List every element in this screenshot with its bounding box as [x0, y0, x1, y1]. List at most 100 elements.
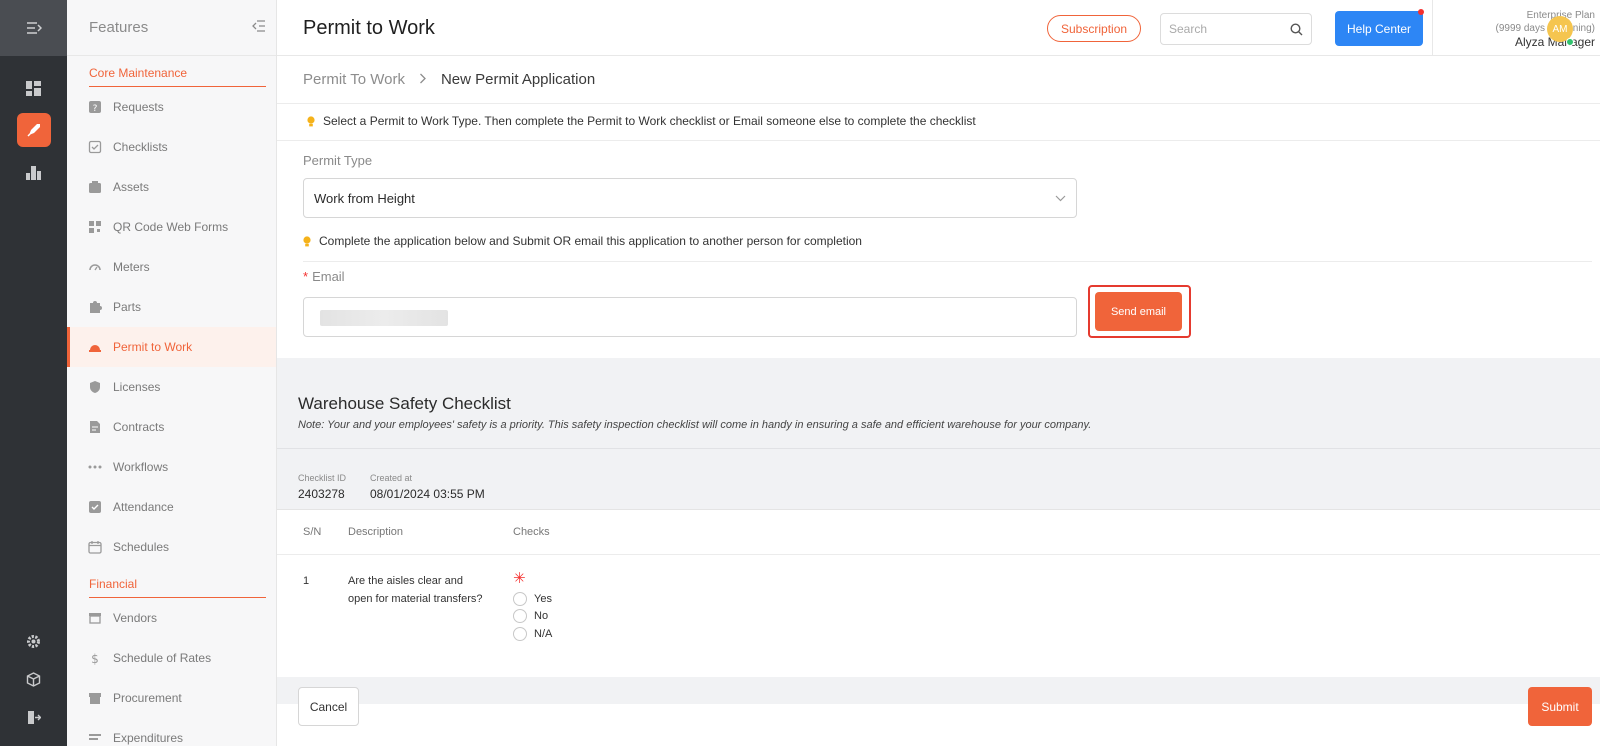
modules-button[interactable]	[17, 662, 51, 696]
sidebar-item-parts[interactable]: Parts	[67, 287, 276, 327]
attendance-icon	[88, 500, 102, 514]
send-email-highlight: Send email	[1088, 285, 1191, 338]
sidebar-item-contracts[interactable]: Contracts	[67, 407, 276, 447]
collapse-sidebar-button[interactable]	[252, 19, 266, 37]
calendar-icon	[88, 540, 102, 554]
hard-hat-icon	[88, 340, 102, 354]
cube-icon	[26, 671, 41, 687]
sidebar-item-label: Attendance	[113, 500, 174, 514]
required-mark: *	[303, 269, 309, 284]
permit-type-select[interactable]: Work from Height	[303, 178, 1077, 218]
sidebar-item-attendance[interactable]: Attendance	[67, 487, 276, 527]
sidebar-item-label: Assets	[113, 180, 150, 194]
logout-button[interactable]	[17, 700, 51, 734]
sidebar-item-schedules[interactable]: Schedules	[67, 527, 276, 567]
radio-button[interactable]	[513, 609, 527, 623]
lightbulb-icon	[307, 115, 315, 126]
settings-icon	[27, 634, 40, 648]
created-at-label: Created at	[370, 473, 413, 483]
sidebar-item-expenditures[interactable]: Expenditures	[67, 718, 276, 746]
divider	[277, 554, 1600, 555]
application-hint-text: Complete the application below and Submi…	[319, 234, 862, 248]
sidebar-item-label: Workflows	[113, 460, 169, 474]
question-icon: ?	[88, 100, 102, 114]
breadcrumb: Permit To Work New Permit Application	[303, 71, 595, 88]
email-field[interactable]	[303, 297, 1077, 337]
radio-button[interactable]	[513, 592, 527, 606]
submit-button[interactable]: Submit	[1528, 687, 1592, 726]
cancel-button[interactable]: Cancel	[298, 687, 359, 726]
svg-text:$: $	[91, 652, 99, 665]
breadcrumb-parent[interactable]: Permit To Work	[303, 71, 405, 88]
column-header-sn: S/N	[303, 526, 322, 538]
column-header-checks: Checks	[513, 526, 550, 538]
checklist-panel: Warehouse Safety Checklist Note: Your an…	[277, 358, 1600, 704]
sidebar-item-permit-to-work[interactable]: Permit to Work	[67, 327, 276, 367]
radio-option-no[interactable]: No	[513, 609, 548, 623]
search-placeholder: Search	[1169, 22, 1208, 36]
app-rail	[0, 0, 67, 746]
application-hint: Complete the application below and Submi…	[303, 234, 862, 248]
analytics-icon	[26, 165, 41, 180]
dollar-icon: $	[88, 651, 102, 665]
sidebar-item-label: Meters	[113, 260, 150, 274]
help-center-button[interactable]: Help Center	[1335, 9, 1424, 46]
checklist-id-label: Checklist ID	[298, 473, 347, 483]
workflow-icon	[88, 460, 102, 474]
analytics-button[interactable]	[17, 155, 51, 189]
sidebar-title: Features	[89, 19, 149, 36]
settings-button[interactable]	[17, 624, 51, 658]
features-button[interactable]	[16, 113, 51, 147]
qr-code-icon	[88, 220, 102, 234]
column-header-description: Description	[348, 526, 404, 538]
search-icon	[1290, 22, 1303, 35]
sidebar-item-label: Vendors	[113, 611, 158, 625]
search-input[interactable]: Search	[1160, 13, 1312, 45]
sidebar-item-label: Parts	[113, 300, 142, 314]
sidebar-item-checklists[interactable]: Checklists	[67, 127, 276, 167]
breadcrumb-current: New Permit Application	[440, 71, 596, 88]
sidebar-item-requests[interactable]: ? Requests	[67, 87, 276, 127]
row-description: Are the aisles clear and open for materi…	[348, 575, 483, 605]
sidebar-item-label: Contracts	[113, 420, 165, 434]
sidebar-item-procurement[interactable]: Procurement	[67, 678, 276, 718]
sidebar-item-label: Checklists	[113, 140, 168, 154]
sidebar-item-label: Expenditures	[113, 731, 184, 745]
send-email-button[interactable]: Send email	[1095, 292, 1182, 331]
sidebar-item-label: Schedule of Rates	[113, 651, 212, 665]
meter-icon	[88, 260, 102, 274]
required-mark: ✳	[513, 570, 526, 587]
permit-type-label: Permit Type	[303, 153, 373, 168]
email-label-text: Email	[312, 269, 345, 284]
checklist-note: Note: Your and your employees' safety is…	[298, 419, 1092, 431]
sidebar-item-workflows[interactable]: Workflows	[67, 447, 276, 487]
redacted-email-value	[320, 310, 448, 326]
collapse-menu-icon	[26, 22, 42, 34]
divider	[277, 103, 1600, 104]
email-label: * Email	[303, 269, 345, 284]
collapse-menu-button[interactable]	[0, 0, 67, 56]
page-title: Permit to Work	[303, 17, 435, 39]
radio-button[interactable]	[513, 627, 527, 641]
sidebar-item-vendors[interactable]: Vendors	[67, 598, 276, 638]
radio-option-label: Yes	[534, 593, 552, 605]
divider	[277, 448, 1600, 449]
sidebar-item-licenses[interactable]: Licenses	[67, 367, 276, 407]
radio-option-yes[interactable]: Yes	[513, 592, 552, 606]
checklist-icon	[88, 140, 102, 154]
radio-option-na[interactable]: N/A	[513, 627, 552, 641]
sidebar-item-assets[interactable]: Assets	[67, 167, 276, 207]
sidebar-item-qr-code-web-forms[interactable]: QR Code Web Forms	[67, 207, 276, 247]
features-sidebar: Features Core Maintenance? Requests Checkl…	[67, 0, 277, 746]
checklist-id: Checklist ID 2403278	[298, 473, 346, 501]
top-bar: Permit to Work Subscription Search Help …	[277, 0, 1600, 56]
subscription-button[interactable]: Subscription	[1047, 15, 1142, 42]
sidebar-section-header: Financial	[89, 577, 266, 598]
radio-option-label: No	[534, 610, 549, 622]
dashboard-button[interactable]	[17, 71, 51, 105]
asset-icon	[88, 180, 102, 194]
logout-icon	[28, 710, 41, 724]
sidebar-item-schedule-of-rates[interactable]: $ Schedule of Rates	[67, 638, 276, 678]
sidebar-item-meters[interactable]: Meters	[67, 247, 276, 287]
dashboard-icon	[26, 80, 41, 96]
